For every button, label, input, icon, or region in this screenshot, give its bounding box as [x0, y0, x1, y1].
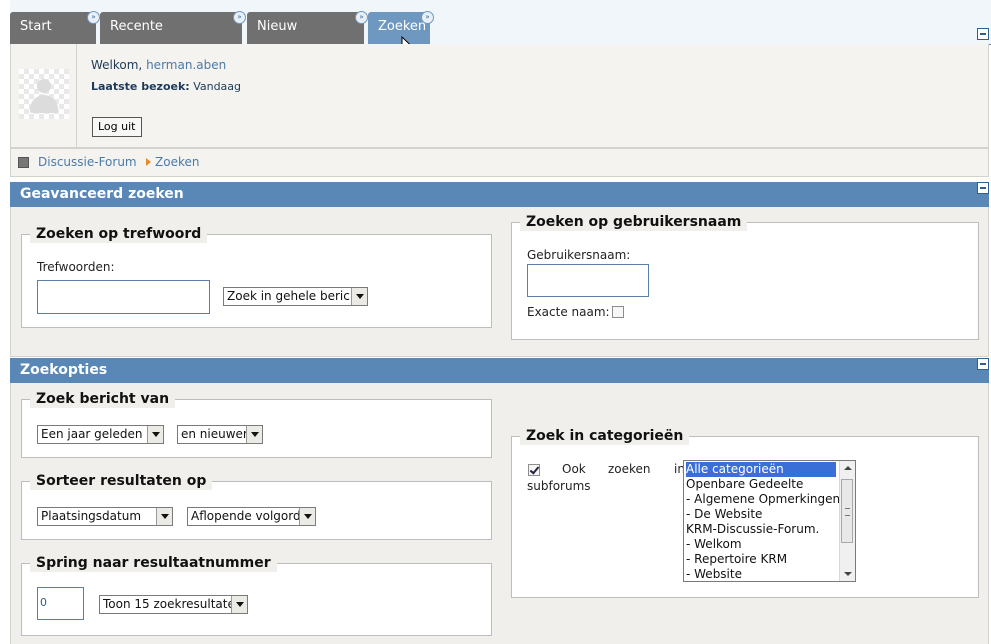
- collapse-icon[interactable]: [977, 358, 989, 370]
- categories-fieldset: Zoek in categorieën Ook zoeken in subfor…: [511, 427, 979, 598]
- keyword-legend: Zoeken op trefwoord: [30, 225, 208, 243]
- jump-legend: Spring naar resultaatnummer: [30, 554, 277, 572]
- category-option[interactable]: - De Website: [686, 507, 836, 522]
- advanced-search-body: Zoeken op trefwoord Trefwoorden: Zoek in…: [10, 207, 989, 357]
- chevron-right-icon: »: [87, 11, 100, 24]
- last-visit-label: Laatste bezoek:: [91, 80, 190, 93]
- subforums-checkbox[interactable]: [528, 464, 540, 476]
- sort-legend: Sorteer resultaten op: [30, 472, 213, 490]
- sort-fieldset: Sorteer resultaten op Plaatsingsdatum Af…: [21, 472, 492, 540]
- dropdown-arrow-icon: [246, 426, 262, 443]
- category-option[interactable]: - Welkom: [686, 537, 836, 552]
- breadcrumb-zoeken[interactable]: Zoeken: [155, 155, 199, 169]
- result-number-input[interactable]: 0: [37, 587, 84, 620]
- avatar-head-icon: [37, 79, 51, 93]
- avatar-body-icon: [30, 95, 58, 113]
- search-in-select[interactable]: Zoek in gehele bericht: [223, 287, 368, 306]
- results-per-page-select[interactable]: Toon 15 zoekresultaten: [99, 595, 248, 614]
- tab-search[interactable]: Zoeken »: [368, 11, 434, 44]
- exact-name-checkbox[interactable]: [612, 306, 624, 318]
- last-visit: Laatste bezoek: Vandaag: [91, 80, 241, 93]
- category-option[interactable]: - Repertoire KRM: [686, 552, 836, 567]
- avatar-column: [11, 44, 77, 147]
- subforums-label-ook: Ook: [562, 462, 586, 476]
- listbox-scrollbar[interactable]: [839, 461, 855, 581]
- search-options-body: Zoek bericht van Een jaar geleden en nie…: [10, 383, 989, 644]
- sort-field-select[interactable]: Plaatsingsdatum: [37, 507, 173, 526]
- tab-label: Zoeken: [378, 19, 427, 34]
- post-age-fieldset: Zoek bericht van Een jaar geleden en nie…: [21, 390, 492, 458]
- avatar: [19, 69, 69, 119]
- welcome-text: Welkom,: [91, 58, 143, 72]
- dropdown-arrow-icon: [147, 426, 163, 443]
- period-value: Een jaar geleden: [41, 427, 143, 441]
- dropdown-arrow-icon: [231, 596, 247, 613]
- breadcrumb-arrow-icon: [146, 158, 151, 166]
- categories-listbox[interactable]: Alle categorieën Openbare Gedeelte - Alg…: [683, 460, 856, 582]
- tab-new-topic[interactable]: Nieuw onderwerp »: [247, 11, 368, 64]
- scroll-up-icon[interactable]: [844, 466, 852, 470]
- logout-button[interactable]: Log uit: [92, 117, 142, 137]
- user-panel: Welkom, herman.aben Laatste bezoek: Vand…: [10, 44, 989, 148]
- keyword-fieldset: Zoeken op trefwoord Trefwoorden: Zoek in…: [21, 225, 492, 328]
- category-option[interactable]: Openbare Gedeelte: [686, 477, 836, 492]
- chevron-right-icon: »: [355, 11, 368, 24]
- results-per-page-value: Toon 15 zoekresultaten: [103, 597, 243, 611]
- collapse-icon[interactable]: [977, 28, 989, 40]
- chevron-right-icon: »: [421, 11, 434, 24]
- forum-square-icon: [18, 157, 29, 168]
- keywords-label: Trefwoorden:: [37, 260, 115, 274]
- sort-order-value: Aflopende volgorde: [191, 509, 308, 523]
- welcome-line: Welkom, herman.aben: [91, 58, 226, 72]
- advanced-search-header: Geavanceerd zoeken: [10, 182, 989, 207]
- search-in-value: Zoek in gehele bericht: [227, 289, 363, 303]
- sort-order-select[interactable]: Aflopende volgorde: [187, 507, 316, 526]
- dropdown-arrow-icon: [351, 288, 367, 305]
- search-options-header: Zoekopties: [10, 358, 989, 383]
- category-option[interactable]: KRM-Discussie-Forum.: [686, 522, 836, 537]
- subforums-label-zoeken: zoeken: [608, 462, 651, 476]
- keywords-input[interactable]: [37, 280, 210, 314]
- breadcrumb: Discussie-Forum Zoeken: [10, 148, 989, 177]
- category-option[interactable]: - Website: [686, 567, 836, 581]
- username-input[interactable]: [527, 264, 649, 297]
- dropdown-arrow-icon: [156, 508, 172, 525]
- subforums-label-subforums: subforums: [527, 479, 591, 493]
- period-select[interactable]: Een jaar geleden: [37, 425, 164, 444]
- categories-legend: Zoek in categorieën: [520, 427, 690, 445]
- direction-value: en nieuwer: [181, 427, 248, 441]
- last-visit-value: Vandaag: [193, 80, 242, 93]
- jump-fieldset: Spring naar resultaatnummer 0 Toon 15 zo…: [21, 554, 492, 636]
- direction-select[interactable]: en nieuwer: [177, 425, 263, 444]
- breadcrumb-discussie-forum[interactable]: Discussie-Forum: [38, 155, 137, 169]
- category-option[interactable]: - Algemene Opmerkingen: [686, 492, 840, 507]
- username-label: Gebruikersnaam:: [527, 248, 631, 262]
- collapse-icon[interactable]: [977, 182, 989, 194]
- category-option[interactable]: Alle categorieën: [686, 462, 836, 477]
- sort-field-value: Plaatsingsdatum: [41, 509, 142, 523]
- tab-recent-topics[interactable]: Recente onderwerpen »: [100, 11, 246, 64]
- post-age-legend: Zoek bericht van: [30, 390, 176, 408]
- username-link[interactable]: herman.aben: [146, 58, 226, 72]
- advanced-search-title: Geavanceerd zoeken: [20, 186, 184, 202]
- username-legend: Zoeken op gebruikersnaam: [520, 213, 748, 231]
- dropdown-arrow-icon: [299, 508, 315, 525]
- search-options-title: Zoekopties: [20, 362, 108, 378]
- scroll-thumb[interactable]: [841, 479, 853, 543]
- scroll-down-icon[interactable]: [844, 572, 852, 576]
- exact-name-label: Exacte naam:: [527, 305, 610, 319]
- chevron-right-icon: »: [233, 11, 246, 24]
- tab-bar: Start Forum » Recente onderwerpen » Nieu…: [10, 0, 991, 64]
- tab-start-forum[interactable]: Start Forum »: [10, 11, 100, 64]
- username-fieldset: Zoeken op gebruikersnaam Gebruikersnaam:…: [511, 213, 979, 340]
